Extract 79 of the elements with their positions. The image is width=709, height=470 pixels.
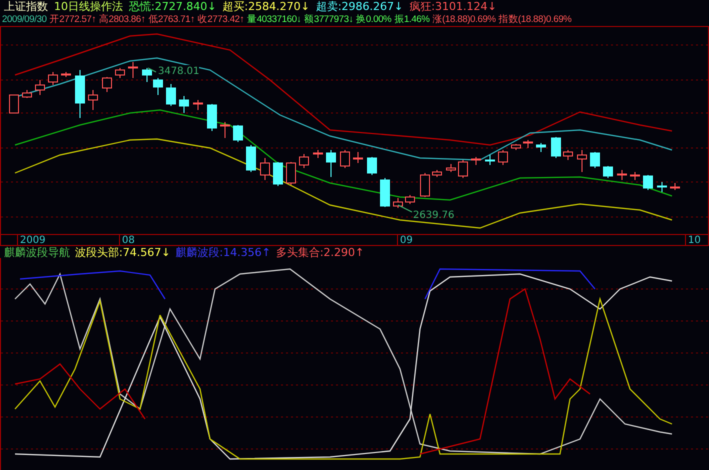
candlestick [393,198,403,208]
candlestick [75,70,85,118]
candlestick [88,90,98,110]
date-label: 2009 [17,235,46,246]
indicator-title: 麒麟波段导航 [4,246,70,258]
candlestick [511,144,521,150]
low-price-label: 2639.76 [413,209,454,222]
candlestick [299,154,309,168]
candlestick [432,170,442,178]
candlestick [458,160,468,178]
date-label: 08 [119,235,135,246]
candlestick [179,96,189,114]
candlestick [498,150,508,166]
method-name: 10日线操作法 [54,0,123,13]
indicator-value: 超买:2584.270↓ [222,0,310,13]
indicator-value: 麒麟波段:14.356↑ [175,246,271,258]
candlestick [536,142,546,152]
quote-value: 低2763.71↑ [148,13,195,26]
indicator-value: 多头集合:2.290↑ [276,246,364,258]
candlestick [617,170,627,180]
candlestick [246,144,256,172]
quote-value: 高2803.86↑ [98,13,146,26]
quote-value: 开2772.57↑ [50,13,96,26]
candlestick [405,194,415,204]
candlestick [207,104,217,132]
candlestick [380,178,390,208]
candlestick [630,172,640,180]
candlestick [220,122,230,138]
indicator-value: 超卖:2986.267↓ [316,0,404,13]
quote-value: 量40337160↓ [247,13,302,26]
index-name: 上证指数 [4,0,48,13]
indicator-value: 疯狂:3101.124↓ [409,0,497,13]
candlestick [273,162,283,186]
candlestick [102,76,112,92]
candlestick [166,84,176,106]
candlestick [657,182,667,192]
candlestick [22,90,32,98]
leader-line [398,204,412,212]
candlestick [523,140,533,148]
candlestick [193,100,203,110]
candlestick [551,136,561,158]
candlestick [590,152,600,168]
indicator-value: 恐慌:2727.840↓ [129,0,216,13]
candlestick [367,156,377,176]
candlestick [286,162,296,186]
candlestick [353,152,363,164]
date-label: 10 [685,235,701,246]
candlestick [128,62,138,78]
quote-value: 涨(18.88)0.69% [432,13,496,26]
candlestick [471,156,481,166]
candlestick [563,150,573,160]
candlestick [420,172,430,198]
candlestick [577,150,587,172]
candlestick [313,150,323,158]
candlestick [326,150,336,178]
quote-value: 收2773.42↑ [198,13,244,26]
candlestick [485,154,495,166]
quote-value: 额3777973↓ [304,13,354,26]
candlestick [446,164,456,172]
candlestick [142,68,152,82]
candlestick [603,166,613,178]
leader-line [148,68,156,72]
candlestick [115,68,125,78]
date-label: 09 [397,235,413,246]
quote-value: 换0.00% [356,13,392,26]
candlestick [9,94,19,114]
candlestick [35,80,45,96]
candlestick [153,78,163,96]
candlestick [61,72,71,78]
candlestick [260,158,270,180]
candlestick [233,124,243,142]
candlestick [643,174,653,190]
candlestick [670,182,680,190]
candlestick [340,150,350,168]
quote-date: 2009/09/30 [2,13,47,26]
candlestick [48,72,58,86]
quote-value: 指数(18.88)0.69% [498,13,572,26]
indicator-value: 波段头部:74.567↓ [75,246,170,258]
quote-value: 振1.46% [394,13,430,26]
